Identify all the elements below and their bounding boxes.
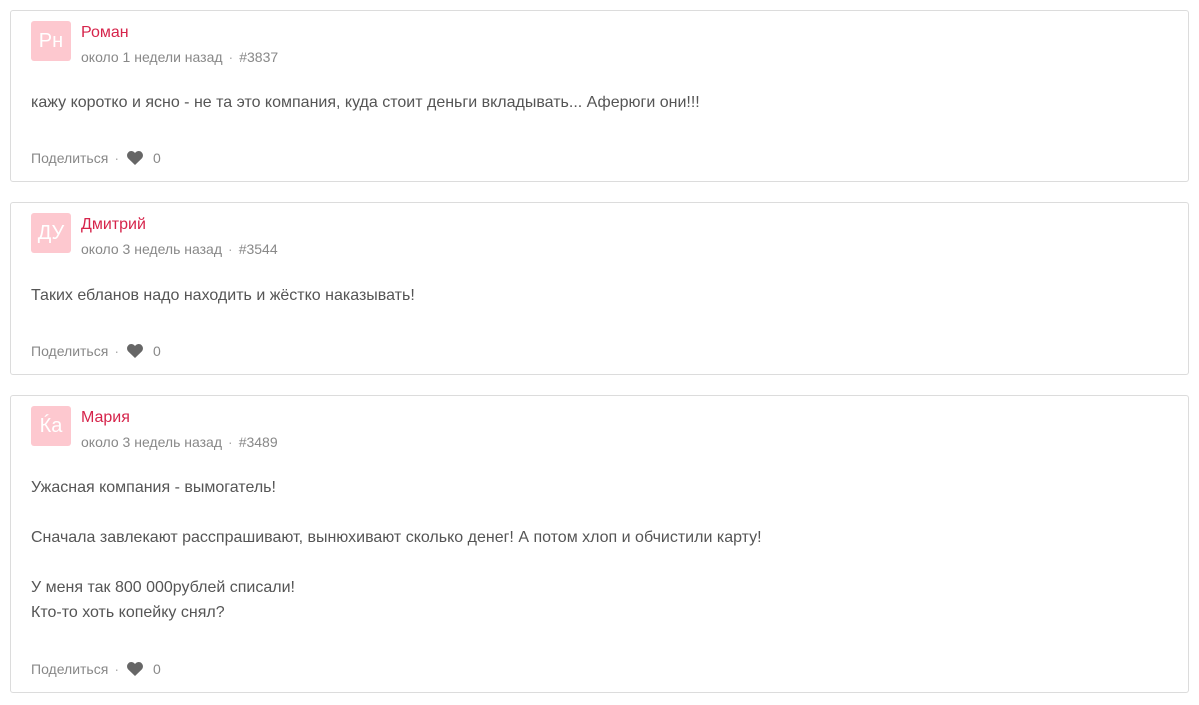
comment-paragraph: Таких ебланов надо находить и жёстко нак… [31,287,415,304]
comment-actions: Поделиться · 0 [31,150,161,166]
separator-dot: · [228,434,233,450]
heart-icon[interactable] [127,344,143,358]
comment-time[interactable]: около 3 недель назад [81,241,222,257]
avatar[interactable]: Рн [31,21,71,61]
comment-meta: около 3 недель назад · #3544 [81,241,278,257]
comment-paragraph: кажу коротко и ясно - не та это компания… [31,94,700,111]
comment-id[interactable]: #3489 [239,434,278,450]
comment-body: Ужасная компания - вымогатель! Сначала з… [31,475,762,625]
author-name[interactable]: Мария [81,409,130,427]
comment-paragraph: Кто-то хоть копейку снял? [31,604,225,621]
like-count: 0 [152,343,161,359]
comment-actions: Поделиться · 0 [31,343,161,359]
author-name[interactable]: Роман [81,24,129,42]
comment-time[interactable]: около 3 недель назад [81,434,222,450]
comment-body: Таких ебланов надо находить и жёстко нак… [31,283,415,308]
comment-card: ДУ Дмитрий около 3 недель назад · #3544 Та… [10,202,1189,375]
avatar[interactable]: Ќа [31,406,71,446]
comment-paragraph: У меня так 800 000рублей списали! [31,579,295,596]
separator-dot: · [114,343,119,359]
comment-meta: около 1 недели назад · #3837 [81,49,278,65]
comment-actions: Поделиться · 0 [31,661,161,677]
comment-id[interactable]: #3544 [239,241,278,257]
comment-body: кажу коротко и ясно - не та это компания… [31,90,700,115]
avatar[interactable]: ДУ [31,213,71,253]
comment-card: Рн Роман около 1 недели назад · #3837 кажу… [10,10,1189,182]
heart-icon[interactable] [127,662,143,676]
separator-dot: · [114,661,119,677]
comment-card: Ќа Мария около 3 недель назад · #3489 Ужас… [10,395,1189,693]
comment-time[interactable]: около 1 недели назад [81,49,223,65]
author-name[interactable]: Дмитрий [81,216,146,234]
heart-icon[interactable] [127,151,143,165]
like-count: 0 [152,150,161,166]
comment-id[interactable]: #3837 [239,49,278,65]
separator-dot: · [114,150,119,166]
comment-paragraph: Сначала завлекают расспрашивают, вынюхив… [31,529,762,546]
separator-dot: · [228,49,234,65]
comment-meta: около 3 недель назад · #3489 [81,434,278,450]
separator-dot: · [228,241,233,257]
share-button[interactable]: Поделиться [31,150,108,166]
comment-paragraph: Ужасная компания - вымогатель! [31,479,276,496]
share-button[interactable]: Поделиться [31,343,108,359]
share-button[interactable]: Поделиться [31,661,108,677]
like-count: 0 [152,661,161,677]
